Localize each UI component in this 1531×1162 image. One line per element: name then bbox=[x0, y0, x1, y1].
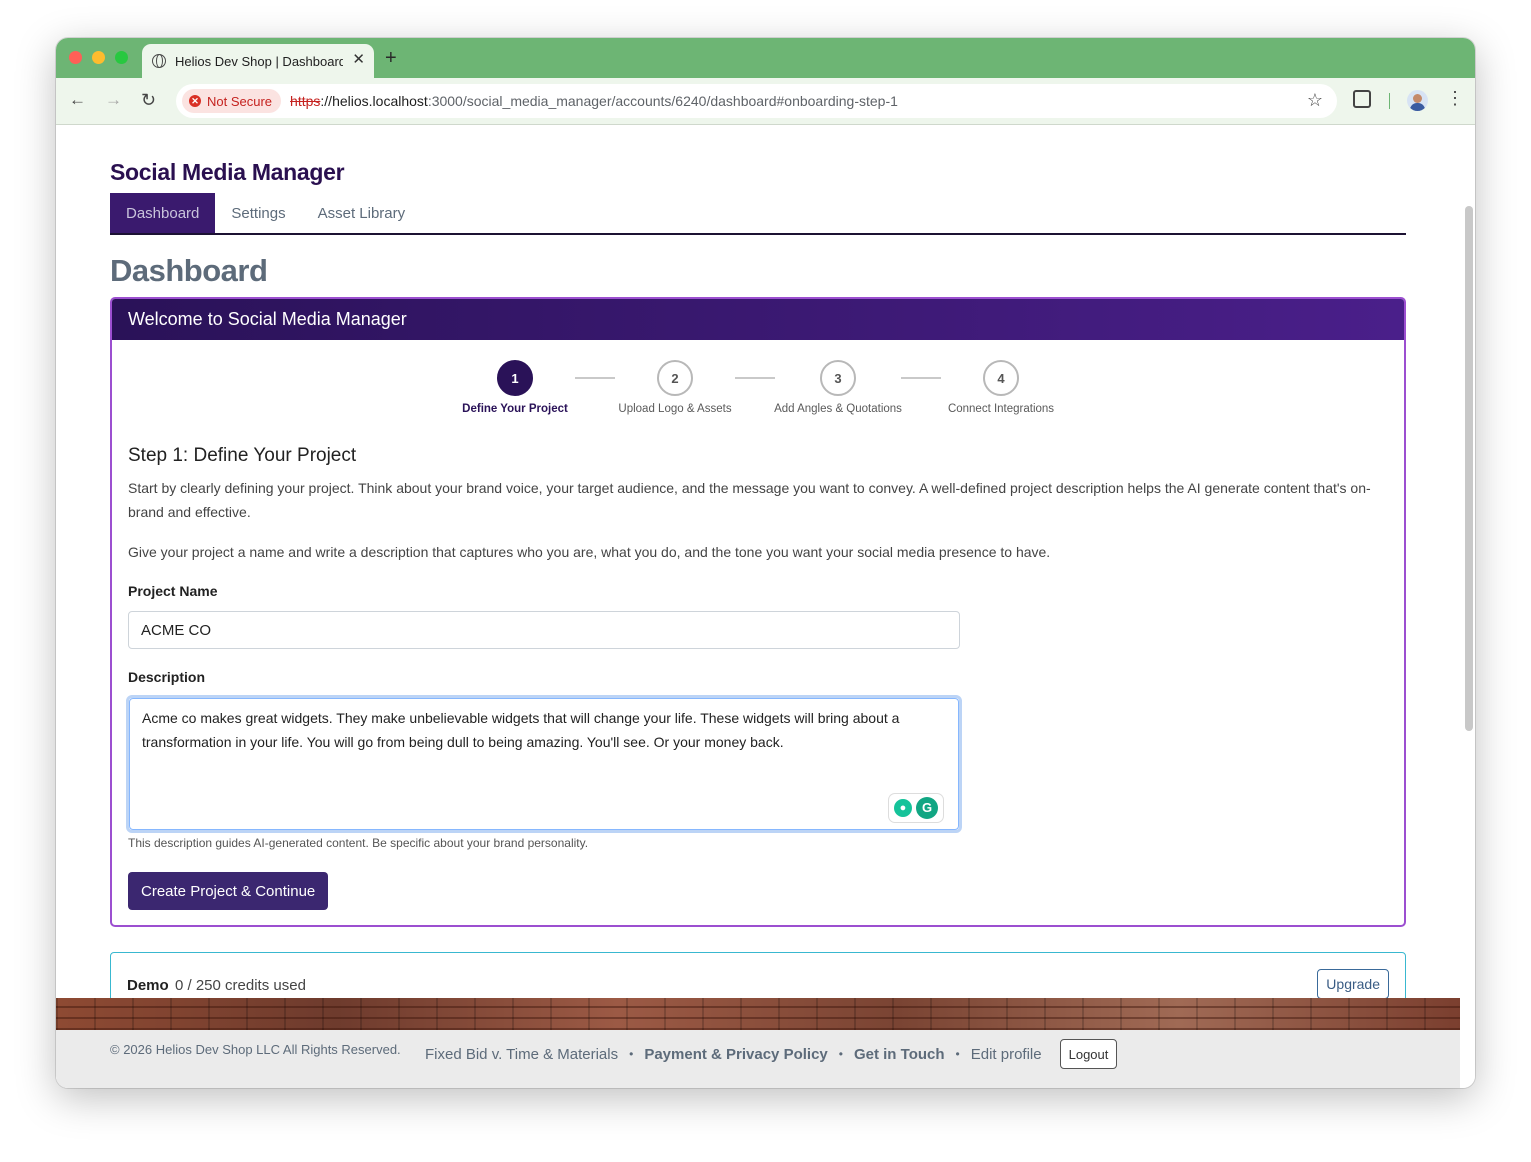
browser-tab[interactable]: Helios Dev Shop | Dashboard ✕ bbox=[142, 44, 374, 78]
toolbar-divider bbox=[1389, 93, 1390, 109]
project-name-label: Project Name bbox=[128, 583, 218, 599]
step-label: Add Angles & Quotations bbox=[774, 403, 902, 415]
step-number: 3 bbox=[820, 360, 856, 396]
tab-asset-library[interactable]: Asset Library bbox=[302, 193, 422, 233]
url-text: https://helios.localhost:3000/social_med… bbox=[290, 93, 898, 109]
grammarly-widget[interactable]: ● G bbox=[889, 794, 943, 822]
step-1[interactable]: 1 Define Your Project bbox=[435, 360, 595, 415]
step-3[interactable]: 3 Add Angles & Quotations bbox=[758, 360, 918, 415]
browser-toolbar: ← → ↻ ✕ Not Secure https://helios.localh… bbox=[56, 78, 1475, 125]
brick-banner bbox=[56, 998, 1460, 1030]
page-viewport: Social Media Manager Dashboard Settings … bbox=[56, 126, 1475, 1088]
reload-icon[interactable]: ↻ bbox=[141, 90, 156, 110]
step-2[interactable]: 2 Upload Logo & Assets bbox=[595, 360, 755, 415]
grammarly-icon[interactable]: G bbox=[916, 797, 938, 819]
tab-title: Helios Dev Shop | Dashboard bbox=[175, 53, 343, 69]
url-path: :3000/social_media_manager/accounts/6240… bbox=[427, 93, 898, 109]
page-title: Dashboard bbox=[110, 253, 268, 288]
intro-text: Start by clearly defining your project. … bbox=[128, 480, 1371, 520]
address-bar[interactable]: ✕ Not Secure https://helios.localhost:30… bbox=[176, 84, 1337, 118]
onboarding-stepper: 1 Define Your Project 2 Upload Logo & As… bbox=[112, 360, 1404, 420]
new-tab-button[interactable]: + bbox=[385, 47, 397, 69]
close-window-button[interactable] bbox=[69, 51, 82, 64]
step-4[interactable]: 4 Connect Integrations bbox=[921, 360, 1081, 415]
instruction-text: Give your project a name and write a des… bbox=[128, 544, 1051, 560]
lightbulb-icon[interactable]: ● bbox=[894, 799, 912, 817]
url-host: helios.localhost bbox=[332, 93, 428, 109]
footer: © 2026 Helios Dev Shop LLC All Rights Re… bbox=[56, 1030, 1460, 1088]
bookmark-star-icon[interactable]: ☆ bbox=[1307, 90, 1323, 111]
step-label: Connect Integrations bbox=[947, 403, 1055, 415]
back-arrow-icon[interactable]: ← bbox=[69, 90, 86, 110]
app-title: Social Media Manager bbox=[110, 159, 345, 185]
description-field-focus-ring: Acme co makes great widgets. They make u… bbox=[126, 695, 962, 833]
upgrade-button[interactable]: Upgrade bbox=[1317, 969, 1389, 999]
step-title: Step 1: Define Your Project bbox=[128, 445, 357, 466]
onboarding-card: Welcome to Social Media Manager 1 Define… bbox=[110, 297, 1406, 927]
description-label: Description bbox=[128, 669, 206, 685]
tab-dashboard[interactable]: Dashboard bbox=[110, 193, 216, 233]
logout-button[interactable]: Logout bbox=[1059, 1039, 1118, 1069]
step-number: 4 bbox=[983, 360, 1019, 396]
step-label: Define Your Project bbox=[462, 403, 568, 415]
globe-icon bbox=[152, 54, 166, 68]
tab-settings[interactable]: Settings bbox=[215, 193, 301, 233]
footer-separator: • bbox=[955, 1047, 960, 1061]
app-nav: Dashboard Settings Asset Library bbox=[110, 193, 1406, 235]
footer-separator: • bbox=[838, 1047, 843, 1061]
step-number: 2 bbox=[657, 360, 693, 396]
description-help-text: This description guides AI-generated con… bbox=[128, 836, 589, 850]
maximize-window-button[interactable] bbox=[115, 51, 128, 64]
security-chip[interactable]: ✕ Not Secure bbox=[182, 89, 282, 113]
forward-arrow-icon[interactable]: → bbox=[105, 90, 122, 110]
footer-link-edit-profile[interactable]: Edit profile bbox=[971, 1046, 1042, 1063]
tab-strip: Helios Dev Shop | Dashboard ✕ + bbox=[56, 38, 1475, 78]
step-number: 1 bbox=[497, 360, 533, 396]
more-menu-icon[interactable]: ⋮ bbox=[1446, 88, 1464, 108]
warning-icon: ✕ bbox=[189, 95, 201, 107]
create-project-button[interactable]: Create Project & Continue bbox=[128, 872, 329, 910]
security-label: Not Secure bbox=[207, 93, 273, 109]
page-scrollbar[interactable] bbox=[1465, 206, 1473, 731]
footer-links: Fixed Bid v. Time & Materials • Payment … bbox=[425, 1039, 1118, 1069]
plan-name: Demo bbox=[127, 977, 169, 994]
footer-link-get-in-touch[interactable]: Get in Touch bbox=[854, 1046, 945, 1063]
extensions-icon[interactable] bbox=[1353, 90, 1371, 108]
profile-avatar[interactable] bbox=[1407, 90, 1428, 111]
description-textarea[interactable]: Acme co makes great widgets. They make u… bbox=[129, 698, 959, 830]
footer-link-fixed-bid[interactable]: Fixed Bid v. Time & Materials bbox=[425, 1046, 618, 1063]
step-label: Upload Logo & Assets bbox=[618, 403, 732, 415]
url-separator: :// bbox=[320, 93, 333, 109]
url-scheme: https bbox=[290, 93, 321, 109]
footer-separator: • bbox=[629, 1047, 634, 1061]
project-name-input[interactable] bbox=[128, 611, 960, 649]
credits-usage: 0 / 250 credits used bbox=[175, 977, 306, 994]
minimize-window-button[interactable] bbox=[92, 51, 105, 64]
browser-window: Helios Dev Shop | Dashboard ✕ + ← → ↻ ✕ … bbox=[56, 38, 1475, 1088]
footer-link-payment-privacy[interactable]: Payment & Privacy Policy bbox=[644, 1046, 827, 1063]
close-tab-icon[interactable]: ✕ bbox=[352, 52, 365, 68]
copyright-text: © 2026 Helios Dev Shop LLC All Rights Re… bbox=[110, 1042, 401, 1057]
onboarding-header: Welcome to Social Media Manager bbox=[112, 299, 1404, 340]
